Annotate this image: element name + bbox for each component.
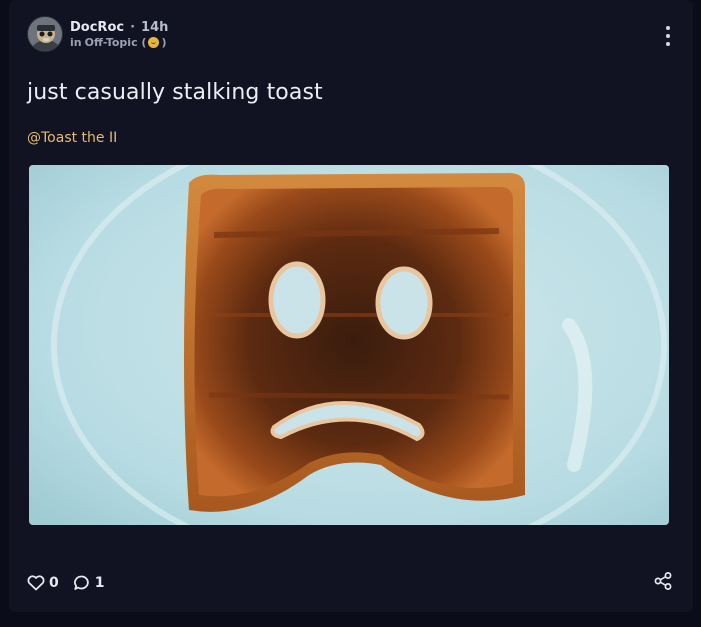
heart-icon [27, 575, 45, 591]
post-meta: DocRoc · 14h in Off-Topic ( ) [70, 20, 168, 49]
like-count: 0 [49, 575, 59, 591]
mention-link[interactable]: @Toast the II [27, 130, 117, 146]
avatar[interactable] [27, 16, 63, 52]
menu-dot [666, 34, 670, 38]
post-time: 14h [141, 19, 169, 35]
community-link[interactable]: Off-Topic [85, 36, 138, 49]
post-image[interactable] [29, 165, 669, 525]
community-prefix: in [70, 35, 82, 49]
comment-bubble-icon [73, 575, 89, 590]
comment-button[interactable]: 1 [73, 574, 105, 592]
like-button[interactable]: 0 [27, 575, 59, 591]
comment-count: 1 [94, 575, 105, 591]
burnt-toast-photo [29, 165, 669, 525]
author-line: DocRoc · 14h [70, 20, 168, 35]
menu-dot [666, 26, 670, 30]
post-header: DocRoc · 14h in Off-Topic ( ) [27, 16, 168, 52]
paren-open: ( [137, 35, 147, 49]
menu-dot [666, 42, 670, 46]
share-icon [654, 572, 672, 590]
author-name[interactable]: DocRoc [70, 20, 124, 35]
post-footer: 0 1 [27, 572, 673, 594]
paren-close: ) [161, 35, 167, 49]
post-card: DocRoc · 14h in Off-Topic ( ) just casua… [9, 0, 693, 612]
page: DocRoc · 14h in Off-Topic ( ) just casua… [0, 0, 701, 627]
separator-dot: · [130, 19, 136, 35]
more-options-icon[interactable] [665, 26, 671, 46]
community-line: in Off-Topic ( ) [70, 36, 168, 49]
share-button[interactable] [653, 571, 673, 595]
post-title[interactable]: just casually stalking toast [27, 80, 323, 105]
smiley-face-icon [148, 36, 160, 48]
